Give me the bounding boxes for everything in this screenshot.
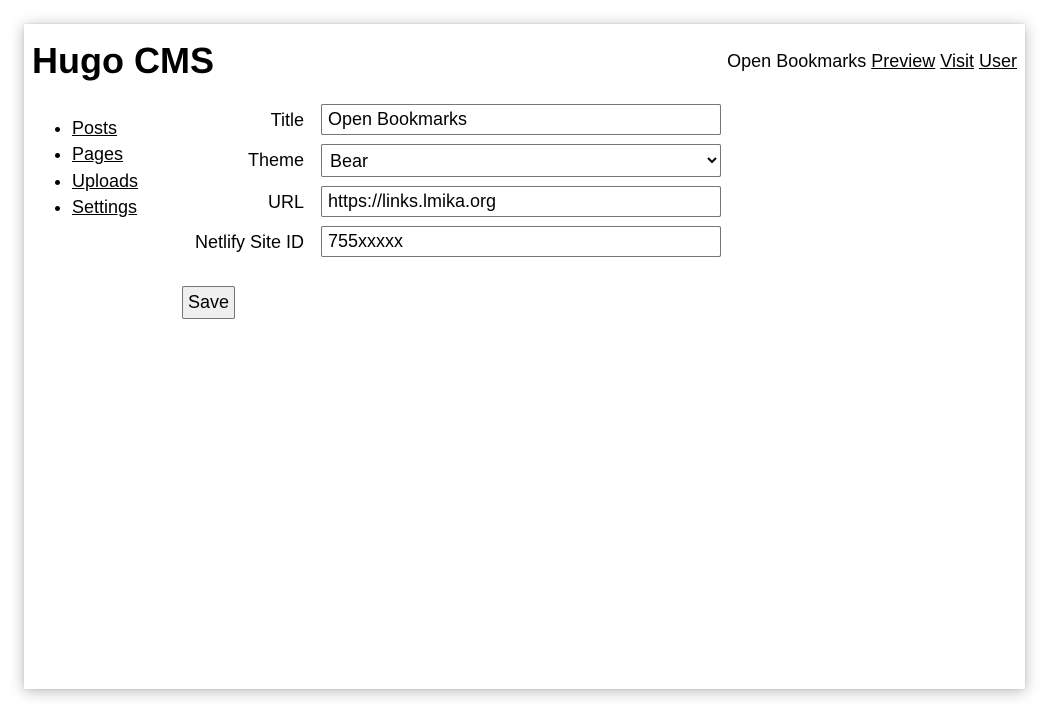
top-nav: Open Bookmarks Preview Visit User (727, 50, 1017, 72)
sidebar-item-uploads: Uploads (72, 170, 138, 196)
title-label: Title (270, 110, 304, 130)
theme-label: Theme (247, 150, 304, 170)
theme-row: Theme Bear (154, 144, 754, 177)
sidebar-nav: Posts Pages Uploads Settings (72, 117, 138, 222)
sidebar-item-pages: Pages (72, 143, 138, 169)
site-name: Open Bookmarks (727, 51, 867, 71)
url-label: URL (267, 192, 304, 212)
preview-link[interactable]: Preview (871, 51, 935, 71)
app-title: Hugo CMS (32, 40, 214, 81)
sidebar-item-posts: Posts (72, 117, 138, 143)
sidebar-link-settings[interactable]: Settings (72, 197, 137, 217)
sidebar-link-posts[interactable]: Posts (72, 118, 117, 138)
netlify-site-id-label: Netlify Site ID (194, 232, 304, 252)
url-row: URL (154, 186, 754, 218)
title-row: Title (154, 104, 754, 136)
save-button[interactable]: Save (182, 286, 236, 319)
title-input[interactable] (321, 104, 721, 135)
netlify-row: Netlify Site ID (154, 226, 754, 258)
url-input[interactable] (321, 186, 721, 217)
app-window: Hugo CMS Open Bookmarks Preview Visit Us… (24, 24, 1025, 689)
netlify-site-id-input[interactable] (321, 226, 721, 257)
sidebar-item-settings: Settings (72, 196, 138, 222)
sidebar-link-uploads[interactable]: Uploads (72, 171, 138, 191)
user-link[interactable]: User (979, 51, 1017, 71)
visit-link[interactable]: Visit (940, 51, 974, 71)
sidebar-link-pages[interactable]: Pages (72, 144, 123, 164)
theme-select[interactable]: Bear (321, 144, 721, 177)
